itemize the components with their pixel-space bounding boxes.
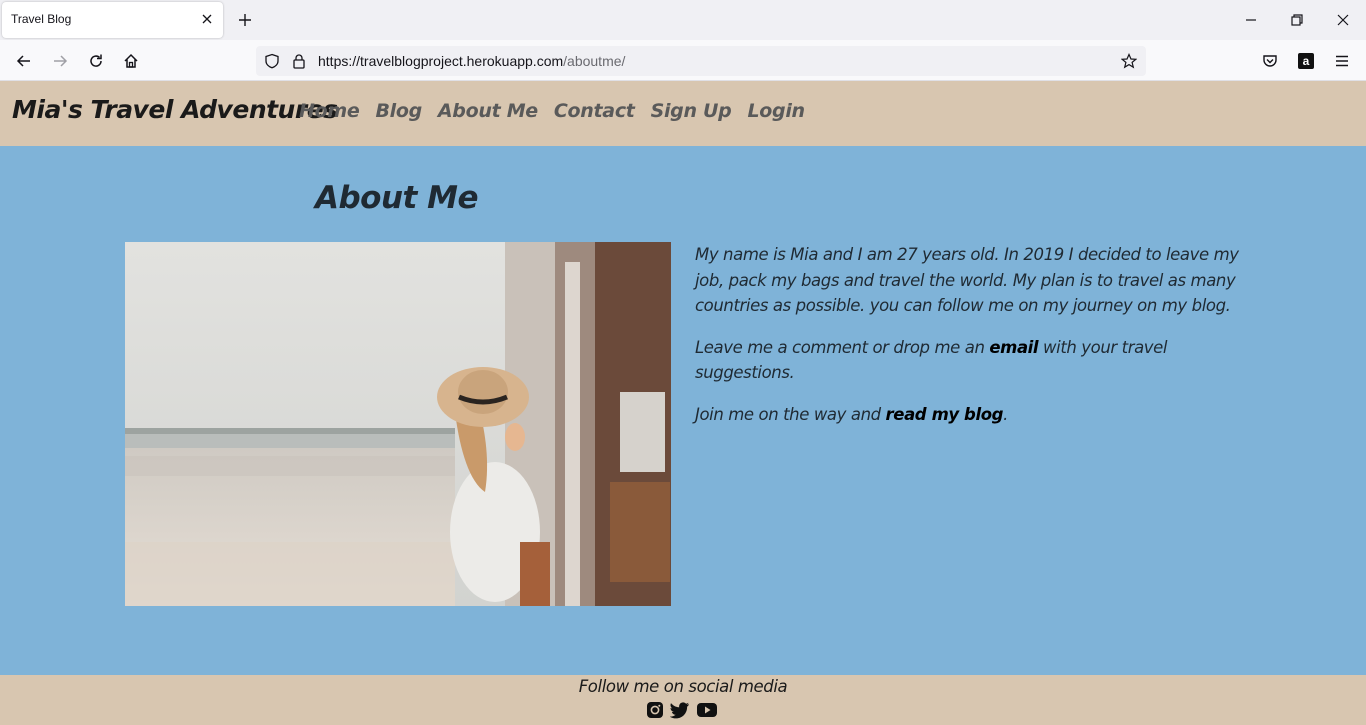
twitter-icon[interactable] (669, 701, 690, 721)
restore-icon[interactable] (1289, 12, 1305, 28)
about-photo (125, 242, 671, 606)
url-domain: https://travelblogproject.herokuapp.com (318, 53, 564, 69)
site-header: Mia's Travel Adventures Home Blog About … (0, 81, 1366, 146)
about-blog-line: Join me on the way and read my blog. (695, 402, 1255, 428)
page-title: About Me (315, 180, 479, 216)
home-icon[interactable] (122, 52, 140, 70)
lock-icon[interactable] (291, 53, 307, 69)
svg-text:a: a (1303, 54, 1310, 68)
nav-sign-up[interactable]: Sign Up (651, 100, 732, 122)
email-link[interactable]: email (989, 338, 1038, 357)
main-content: About Me My name is Mia and I am 27 year… (0, 146, 1366, 675)
about-blog-suffix: . (1003, 404, 1008, 424)
site-brand[interactable]: Mia's Travel Adventures (12, 95, 338, 124)
menu-icon[interactable] (1333, 52, 1351, 70)
about-intro: My name is Mia and I am 27 years old. In… (695, 245, 1239, 315)
url-bar[interactable]: https://travelblogproject.herokuapp.com/… (256, 46, 1146, 76)
about-blog-prefix: Join me on the way and (695, 404, 886, 424)
back-icon[interactable] (15, 52, 33, 70)
nav-about-me[interactable]: About Me (438, 100, 538, 122)
amazon-extension-icon[interactable]: a (1297, 52, 1315, 70)
nav-contact[interactable]: Contact (554, 100, 635, 122)
nav-login[interactable]: Login (747, 100, 805, 122)
browser-tab[interactable]: Travel Blog (2, 2, 223, 38)
forward-icon[interactable] (51, 52, 69, 70)
url-path: /aboutme/ (563, 53, 626, 69)
new-tab-icon[interactable] (236, 11, 254, 29)
instagram-icon[interactable] (646, 701, 664, 721)
url-text[interactable]: https://travelblogproject.herokuapp.com/… (318, 53, 625, 69)
about-contact-prefix: Leave me a comment or drop me an (695, 337, 990, 357)
tab-title: Travel Blog (11, 12, 72, 26)
about-contact-line: Leave me a comment or drop me an email w… (695, 335, 1255, 386)
browser-tabstrip: Travel Blog (0, 0, 1366, 40)
site-footer: Follow me on social media (0, 675, 1366, 725)
nav-blog[interactable]: Blog (375, 100, 422, 122)
social-links (646, 701, 718, 721)
youtube-icon[interactable] (696, 701, 718, 721)
close-window-icon[interactable] (1335, 12, 1351, 28)
site-nav: Home Blog About Me Contact Sign Up Login (299, 100, 805, 122)
pocket-icon[interactable] (1261, 52, 1279, 70)
footer-title: Follow me on social media (578, 677, 788, 696)
close-tab-icon[interactable] (199, 11, 215, 27)
reload-icon[interactable] (87, 52, 105, 70)
browser-toolbar: https://travelblogproject.herokuapp.com/… (0, 40, 1366, 81)
nav-home[interactable]: Home (299, 100, 360, 122)
tracking-shield-icon[interactable] (264, 53, 280, 69)
minimize-icon[interactable] (1243, 12, 1259, 28)
about-text: My name is Mia and I am 27 years old. In… (695, 242, 1255, 443)
read-blog-link[interactable]: read my blog (886, 405, 1004, 424)
bookmark-star-icon[interactable] (1121, 53, 1137, 69)
traveler-photo-image (125, 242, 671, 606)
